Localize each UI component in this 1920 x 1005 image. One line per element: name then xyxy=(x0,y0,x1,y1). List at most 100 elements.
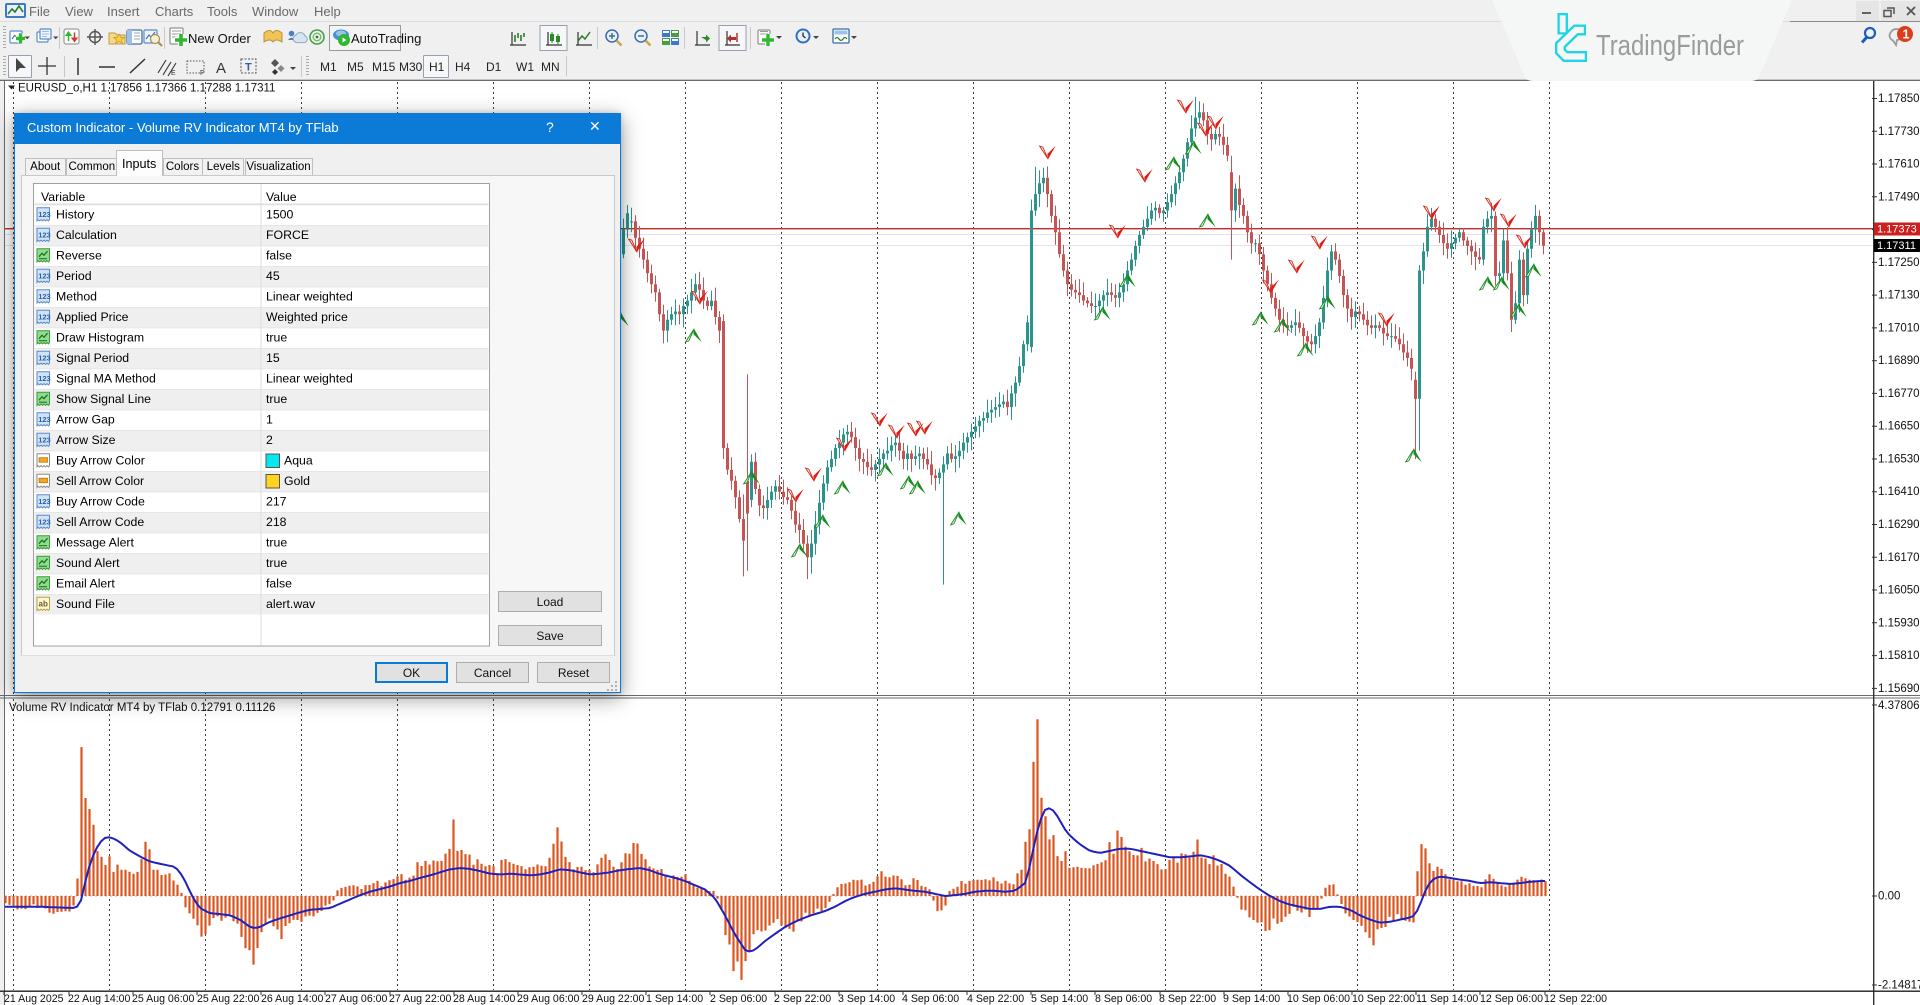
svg-text:Signal MA Method: Signal MA Method xyxy=(56,372,156,386)
svg-text:Show Signal Line: Show Signal Line xyxy=(56,392,151,406)
svg-text:Sound Alert: Sound Alert xyxy=(56,556,120,570)
svg-text:3 Sep 14:00: 3 Sep 14:00 xyxy=(838,993,895,1005)
svg-text:25 Aug 22:00: 25 Aug 22:00 xyxy=(197,993,260,1005)
svg-text:5 Sep 14:00: 5 Sep 14:00 xyxy=(1031,993,1088,1005)
svg-text:true: true xyxy=(266,392,287,406)
svg-text:EURUSD_o,H1 1.17856 1.17366 1: EURUSD_o,H1 1.17856 1.17366 1.17288 1.17… xyxy=(18,83,275,95)
svg-text:ab: ab xyxy=(39,600,48,609)
svg-text:1.17373: 1.17373 xyxy=(1877,224,1917,236)
svg-text:1.15930: 1.15930 xyxy=(1878,617,1920,629)
svg-text:123: 123 xyxy=(38,518,51,527)
svg-text:1.17250: 1.17250 xyxy=(1878,257,1920,269)
svg-text:Value: Value xyxy=(266,190,297,204)
svg-text:Period: Period xyxy=(56,269,92,283)
svg-text:A: A xyxy=(216,60,226,77)
svg-text:26 Aug 14:00: 26 Aug 14:00 xyxy=(261,993,324,1005)
svg-text:Aqua: Aqua xyxy=(284,454,313,468)
svg-text:false: false xyxy=(266,249,292,263)
svg-text:12 Sep 22:00: 12 Sep 22:00 xyxy=(1544,993,1607,1005)
svg-text:1.16770: 1.16770 xyxy=(1878,388,1920,400)
svg-text:123: 123 xyxy=(38,210,51,219)
svg-text:123: 123 xyxy=(38,292,51,301)
svg-text:15: 15 xyxy=(266,351,280,365)
svg-text:2 Sep 22:00: 2 Sep 22:00 xyxy=(774,993,831,1005)
svg-text:Sell Arrow Color: Sell Arrow Color xyxy=(56,474,144,488)
svg-text:27 Aug 22:00: 27 Aug 22:00 xyxy=(389,993,452,1005)
svg-text:Calculation: Calculation xyxy=(56,228,117,242)
svg-text:123: 123 xyxy=(38,231,51,240)
svg-text:1.16050: 1.16050 xyxy=(1878,585,1920,597)
svg-text:Variable: Variable xyxy=(41,190,85,204)
svg-text:F: F xyxy=(200,70,204,77)
svg-text:1.16290: 1.16290 xyxy=(1878,519,1920,531)
svg-text:1.17130: 1.17130 xyxy=(1878,290,1920,302)
svg-text:1500: 1500 xyxy=(266,208,294,222)
svg-text:Draw Histogram: Draw Histogram xyxy=(56,331,144,345)
svg-text:Sell Arrow Code: Sell Arrow Code xyxy=(56,515,144,529)
svg-text:1: 1 xyxy=(1903,28,1910,42)
svg-text:10 Sep 06:00: 10 Sep 06:00 xyxy=(1287,993,1350,1005)
svg-text:1.16170: 1.16170 xyxy=(1878,552,1920,564)
svg-text:Sound File: Sound File xyxy=(56,597,115,611)
svg-text:1.16650: 1.16650 xyxy=(1878,421,1920,433)
svg-text:true: true xyxy=(266,331,287,345)
svg-text:4.37806: 4.37806 xyxy=(1878,700,1920,712)
svg-text:123: 123 xyxy=(38,354,51,363)
svg-text:Signal Period: Signal Period xyxy=(56,351,129,365)
svg-text:E: E xyxy=(171,70,176,77)
svg-text:Linear weighted: Linear weighted xyxy=(266,372,353,386)
svg-text:218: 218 xyxy=(266,515,287,529)
svg-text:1: 1 xyxy=(266,413,273,427)
svg-text:1.17010: 1.17010 xyxy=(1878,322,1920,334)
svg-text:45: 45 xyxy=(266,269,280,283)
svg-text:1 Sep 14:00: 1 Sep 14:00 xyxy=(646,993,703,1005)
svg-text:Buy Arrow Color: Buy Arrow Color xyxy=(56,454,145,468)
svg-text:1.15810: 1.15810 xyxy=(1878,650,1920,662)
svg-text:Reverse: Reverse xyxy=(56,249,102,263)
svg-text:1.16530: 1.16530 xyxy=(1878,454,1920,466)
svg-text:T: T xyxy=(245,62,252,74)
svg-text:12 Sep 06:00: 12 Sep 06:00 xyxy=(1480,993,1543,1005)
svg-text:27 Aug 06:00: 27 Aug 06:00 xyxy=(325,993,388,1005)
svg-text:true: true xyxy=(266,536,287,550)
svg-text:11 Sep 14:00: 11 Sep 14:00 xyxy=(1416,993,1478,1005)
svg-text:false: false xyxy=(266,577,292,591)
svg-text:History: History xyxy=(56,208,95,222)
svg-text:21 Aug 2025: 21 Aug 2025 xyxy=(4,993,64,1005)
svg-text:123: 123 xyxy=(38,497,51,506)
svg-text:2 Sep 06:00: 2 Sep 06:00 xyxy=(710,993,767,1005)
svg-text:-2.14817: -2.14817 xyxy=(1878,980,1920,992)
svg-text:true: true xyxy=(266,556,287,570)
svg-text:AutoTrading: AutoTrading xyxy=(351,31,421,46)
svg-text:123: 123 xyxy=(38,415,51,424)
svg-text:9 Sep 14:00: 9 Sep 14:00 xyxy=(1223,993,1280,1005)
svg-text:123: 123 xyxy=(38,313,51,322)
svg-text:8 Sep 06:00: 8 Sep 06:00 xyxy=(1095,993,1152,1005)
svg-text:25 Aug 06:00: 25 Aug 06:00 xyxy=(132,993,195,1005)
svg-text:Buy Arrow Code: Buy Arrow Code xyxy=(56,495,145,509)
svg-text:Arrow Gap: Arrow Gap xyxy=(56,413,115,427)
svg-text:alert.wav: alert.wav xyxy=(266,597,316,611)
svg-text:2: 2 xyxy=(266,433,273,447)
svg-text:123: 123 xyxy=(38,374,51,383)
svg-text:4 Sep 06:00: 4 Sep 06:00 xyxy=(902,993,959,1005)
svg-text:New Order: New Order xyxy=(188,31,252,46)
svg-text:1.16890: 1.16890 xyxy=(1878,355,1920,367)
svg-text:Message Alert: Message Alert xyxy=(56,536,135,550)
svg-text:TradingFinder: TradingFinder xyxy=(1596,30,1744,62)
svg-text:Applied Price: Applied Price xyxy=(56,310,129,324)
svg-text:Weighted price: Weighted price xyxy=(266,310,348,324)
svg-text:4 Sep 22:00: 4 Sep 22:00 xyxy=(967,993,1024,1005)
svg-text:Gold: Gold xyxy=(284,474,310,488)
svg-text:217: 217 xyxy=(266,495,287,509)
svg-text:1.15690: 1.15690 xyxy=(1878,683,1920,695)
svg-text:29 Aug 06:00: 29 Aug 06:00 xyxy=(517,993,580,1005)
svg-text:123: 123 xyxy=(38,272,51,281)
svg-text:Method: Method xyxy=(56,290,97,304)
svg-text:123: 123 xyxy=(38,436,51,445)
svg-text:Arrow Size: Arrow Size xyxy=(56,433,116,447)
svg-text:Email Alert: Email Alert xyxy=(56,577,115,591)
svg-text:0.00: 0.00 xyxy=(1878,891,1900,903)
svg-text:FORCE: FORCE xyxy=(266,228,309,242)
svg-text:28 Aug 14:00: 28 Aug 14:00 xyxy=(453,993,516,1005)
